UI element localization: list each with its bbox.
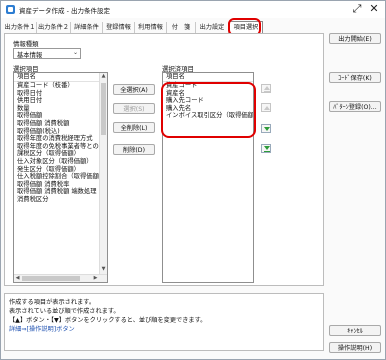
- list-item[interactable]: 仕入税額控除割合（取得価額）: [14, 173, 107, 181]
- list-item[interactable]: 発生区分（取得価額）: [14, 166, 107, 174]
- move-bottom-icon: [264, 146, 270, 150]
- move-up-button[interactable]: [261, 103, 271, 112]
- cancel-button[interactable]: ｷｬﾝｾﾙ: [329, 325, 381, 336]
- tab-detail-condition[interactable]: 詳細条件: [71, 22, 103, 33]
- available-items-list[interactable]: 項目名 資産コード（枝番） 取得日付 供用日付 数量 取得価額 取得価額 消費税額 取得価額…: [13, 72, 108, 283]
- info-type-label: 情報種類: [13, 40, 39, 48]
- list-item[interactable]: 資産コード（枝番）: [14, 82, 107, 90]
- move-bottom-button[interactable]: [261, 144, 271, 153]
- list-item[interactable]: 資産コード: [163, 82, 253, 90]
- move-top-icon: [264, 86, 270, 90]
- move-up-icon: [264, 106, 270, 110]
- tab-output-condition-1[interactable]: 出力条件１: [4, 22, 37, 33]
- list-item[interactable]: 取得価額: [14, 112, 107, 120]
- help-button[interactable]: 操作説明(H): [329, 342, 381, 353]
- available-list-rows: 資産コード（枝番） 取得日付 供用日付 数量 取得価額 取得価額 消費税額 取得価額(税込)…: [14, 82, 107, 204]
- info-help-link[interactable]: 詳細⇒[操作説明]ボタン: [9, 324, 75, 333]
- info-type-value: 基本情報: [17, 52, 43, 59]
- available-list-hscrollbar[interactable]: ◀ ▶: [14, 274, 107, 282]
- list-item[interactable]: インボイス取引区分（取得価額）: [163, 112, 253, 120]
- dialog-window: 資産データ作成 - 出力条件設定 ⤢ ✕ 出力条件１ 出力条件２ 詳細条件 登録…: [0, 0, 386, 360]
- chevron-down-icon: ⌄: [72, 49, 78, 56]
- scroll-up-icon[interactable]: ▲: [100, 73, 107, 81]
- list-item[interactable]: 取得価額 消費税額: [14, 120, 107, 128]
- available-list-header: 項目名: [14, 73, 107, 82]
- title-bar: 資産データ作成 - 出力条件設定 ⤢ ✕: [1, 1, 385, 18]
- tab-output-settings[interactable]: 出力設定: [196, 22, 229, 33]
- list-item[interactable]: 課税区分（取得価額）: [14, 150, 107, 158]
- info-line-2: 表示されている並び順で作成されます。: [9, 308, 120, 315]
- available-list-vscrollbar[interactable]: ▲ ▼: [99, 73, 107, 282]
- move-down-button[interactable]: [261, 124, 271, 133]
- select-button[interactable]: 選択(S): [113, 103, 155, 114]
- info-line-3: 【▲】ボタン・【▼】ボタンをクリックすると、並び順を変更できます。: [9, 317, 207, 324]
- list-item[interactable]: 購入先コード: [163, 97, 253, 105]
- code-save-button[interactable]: ｺｰﾄﾞ保存(K): [329, 72, 381, 83]
- list-item[interactable]: 取得価額 消費税額 端数処理: [14, 188, 107, 196]
- delete-all-button[interactable]: 全削除(L): [113, 122, 155, 133]
- app-icon: [6, 5, 15, 14]
- list-item[interactable]: 供用日付: [14, 97, 107, 105]
- scroll-left-icon[interactable]: ◀: [14, 275, 21, 282]
- tab-output-condition-2[interactable]: 出力条件２: [37, 22, 71, 33]
- selected-items-list[interactable]: 項目名 資産コード 資産名 購入先コード 購入先名 インボイス取引区分（取得価額）: [162, 72, 254, 283]
- hscroll-thumb[interactable]: [22, 276, 80, 281]
- tab-usage-info[interactable]: 利用情報: [135, 22, 167, 33]
- list-item[interactable]: 消費税区分: [14, 196, 107, 204]
- resize-icon[interactable]: ⤢: [349, 2, 365, 16]
- info-panel: 作成する項目が表示されます。 表示されている並び順で作成されます。 【▲】ボタン…: [4, 293, 324, 351]
- selected-list-rows: 資産コード 資産名 購入先コード 購入先名 インボイス取引区分（取得価額）: [163, 82, 253, 120]
- output-start-button[interactable]: 出力開始(E): [329, 33, 381, 44]
- tab-bar: 出力条件１ 出力条件２ 詳細条件 登録情報 利用情報 付 箋 出力設定 項目選択: [4, 21, 263, 34]
- scroll-right-icon[interactable]: ▶: [92, 275, 99, 282]
- select-all-button[interactable]: 全選択(A): [113, 84, 155, 95]
- pattern-register-button[interactable]: ﾊﾟﾀｰﾝ登録(O)...: [329, 101, 381, 112]
- window-title: 資産データ作成 - 出力条件設定: [19, 7, 110, 15]
- delete-button[interactable]: 削除(D): [113, 144, 155, 155]
- scroll-thumb[interactable]: [101, 83, 106, 135]
- list-item[interactable]: 仕入対象区分（取得価額）: [14, 158, 107, 166]
- list-item[interactable]: 取得年度の消費税経理方式: [14, 135, 107, 143]
- tab-registration-info[interactable]: 登録情報: [103, 22, 135, 33]
- selected-list-header: 項目名: [163, 73, 253, 82]
- move-down-icon: [264, 127, 270, 131]
- scroll-down-icon[interactable]: ▼: [100, 266, 107, 274]
- info-line-1: 作成する項目が表示されます。: [9, 299, 96, 306]
- tab-sticky-note[interactable]: 付 箋: [167, 22, 196, 33]
- close-icon[interactable]: ✕: [366, 2, 382, 16]
- info-type-select[interactable]: 基本情報 ⌄: [13, 48, 81, 59]
- move-top-button[interactable]: [261, 84, 271, 93]
